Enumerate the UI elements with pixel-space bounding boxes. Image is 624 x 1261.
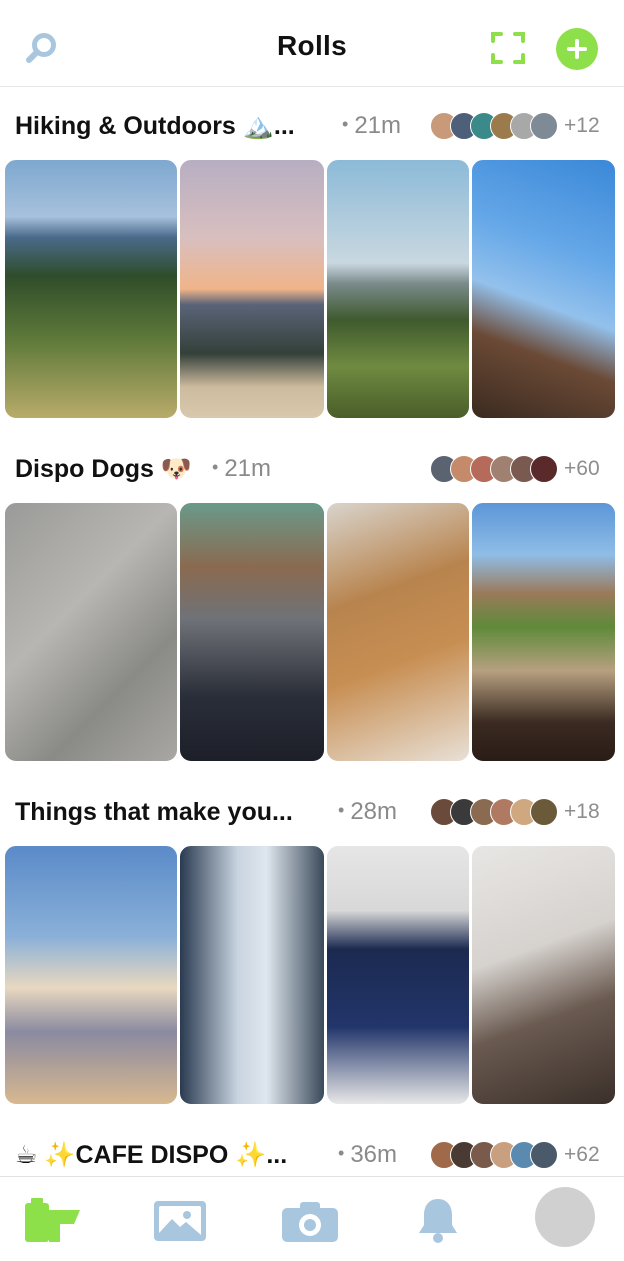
roll-title: ☕ ✨CAFE DISPO ✨...: [15, 1141, 288, 1169]
roll-time: • 21m: [342, 112, 401, 139]
tab-camera[interactable]: [278, 1193, 342, 1249]
add-roll-button[interactable]: [556, 28, 598, 70]
plus-icon: [567, 39, 587, 59]
member-count: +60: [564, 457, 600, 480]
member-count: +12: [564, 114, 600, 137]
roll-header[interactable]: Things that make you... • 28m +18: [0, 789, 624, 835]
photo-thumbnail[interactable]: [4, 502, 178, 762]
gallery-icon: [154, 1201, 206, 1241]
member-count: +62: [564, 1143, 600, 1166]
photo-thumbnail[interactable]: [471, 845, 616, 1105]
expand-icon: [491, 32, 525, 64]
bottom-tab-bar: [0, 1176, 624, 1261]
photo-thumbnail[interactable]: [326, 845, 470, 1105]
profile-avatar[interactable]: [535, 1187, 595, 1247]
avatar: [530, 112, 558, 140]
member-count: +18: [564, 800, 600, 823]
top-bar: Rolls: [0, 0, 624, 87]
avatar: [530, 1141, 558, 1169]
photo-row: [0, 159, 624, 421]
photo-thumbnail[interactable]: [179, 845, 325, 1105]
photo-thumbnail[interactable]: [179, 159, 325, 419]
roll-time: • 28m: [338, 798, 397, 825]
camera-icon: [282, 1202, 338, 1242]
tab-notifications[interactable]: [406, 1193, 470, 1249]
avatar: [530, 798, 558, 826]
tab-gallery[interactable]: [148, 1193, 212, 1249]
photo-thumbnail[interactable]: [471, 502, 616, 762]
avatar: [530, 455, 558, 483]
photo-row: [0, 502, 624, 764]
photo-thumbnail[interactable]: [326, 502, 470, 762]
roll-title: Things that make you...: [15, 798, 293, 826]
roll-time: • 36m: [338, 1141, 397, 1168]
bell-icon: [419, 1199, 457, 1243]
photo-thumbnail[interactable]: [4, 159, 178, 419]
roll-title: Dispo Dogs 🐶: [15, 455, 192, 483]
roll-time: • 21m: [212, 455, 271, 482]
roll-title: Hiking & Outdoors 🏔️...: [15, 112, 295, 140]
film-roll-icon: [25, 1198, 80, 1242]
roll-header[interactable]: Dispo Dogs 🐶 • 21m +60: [0, 446, 624, 492]
fullscreen-button[interactable]: [488, 28, 528, 68]
roll-header[interactable]: Hiking & Outdoors 🏔️... • 21m +12: [0, 103, 624, 149]
photo-thumbnail[interactable]: [326, 159, 470, 419]
roll-header[interactable]: ☕ ✨CAFE DISPO ✨... • 36m +62: [0, 1132, 624, 1178]
photo-thumbnail[interactable]: [471, 159, 616, 419]
tab-rolls[interactable]: [20, 1193, 84, 1249]
page-title: Rolls: [277, 30, 347, 61]
photo-thumbnail[interactable]: [4, 845, 178, 1105]
photo-row: [0, 845, 624, 1107]
photo-thumbnail[interactable]: [179, 502, 325, 762]
